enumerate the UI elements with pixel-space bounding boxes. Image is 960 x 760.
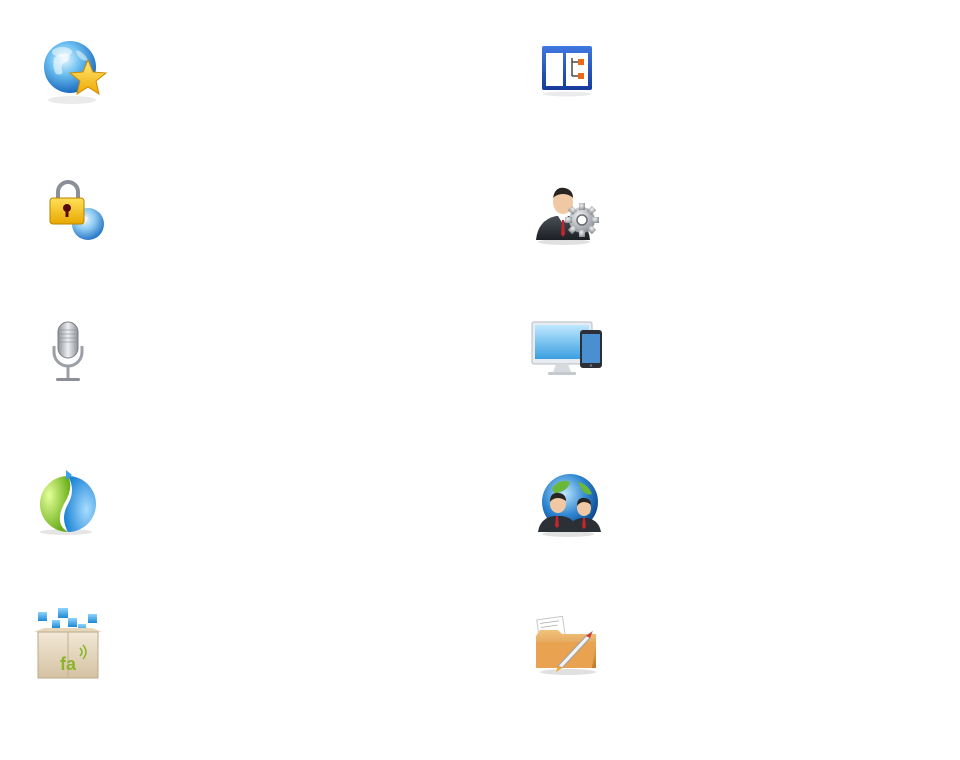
lock-globe-icon[interactable] [32, 172, 112, 252]
box-cubes-fa-icon[interactable]: fa [28, 604, 108, 684]
box-cubes-fa-graphic: fa [34, 608, 102, 679]
lock-globe-graphic [49, 180, 104, 240]
sync-sphere-graphic [40, 470, 96, 535]
user-settings-graphic [536, 187, 599, 245]
fa-logo-text: fa [60, 654, 77, 674]
icon-grid: fa [0, 0, 960, 760]
sitemap-window-graphic [542, 46, 592, 97]
global-users-graphic [538, 474, 601, 537]
global-users-icon[interactable] [528, 462, 608, 542]
globe-star-graphic [44, 41, 108, 104]
folder-rocket-icon[interactable] [528, 606, 608, 686]
monitor-phone-graphic [531, 321, 602, 375]
sitemap-window-icon[interactable] [528, 32, 608, 112]
microphone-graphic [52, 321, 84, 381]
sync-sphere-icon[interactable] [28, 462, 108, 542]
microphone-icon[interactable] [28, 312, 108, 392]
desktop-canvas: fa [0, 0, 960, 760]
globe-star-icon[interactable] [32, 32, 112, 112]
folder-rocket-graphic [536, 615, 596, 675]
monitor-phone-icon[interactable] [528, 310, 608, 390]
user-settings-icon[interactable] [528, 172, 608, 252]
